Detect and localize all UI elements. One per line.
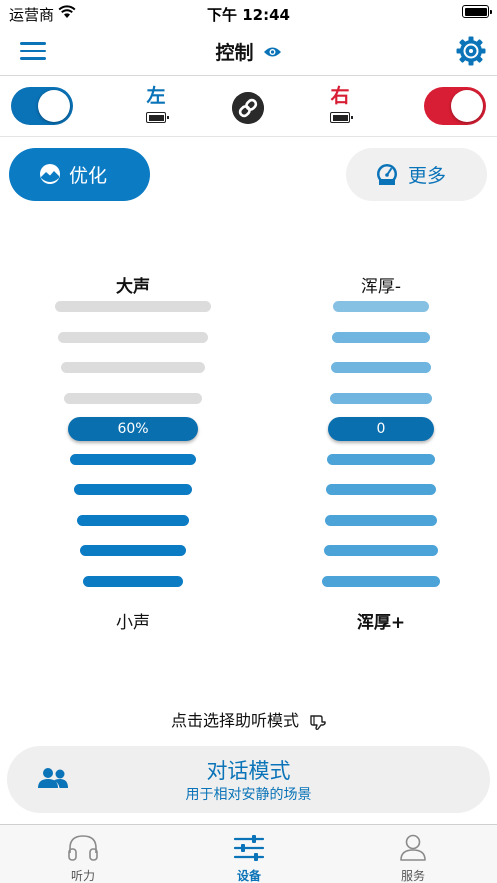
slider-step-bar[interactable] — [325, 514, 437, 526]
tab-service-label: 服务 — [400, 869, 425, 883]
slider-step-bar[interactable] — [324, 545, 438, 556]
slider-step-bar[interactable] — [332, 331, 430, 343]
device-row: 左 右 — [0, 77, 497, 137]
slider-step-bar[interactable] — [331, 362, 431, 373]
bass-bars[interactable]: 0 — [281, 301, 481, 601]
slider-step-bar[interactable] — [55, 301, 211, 312]
sliders-icon — [233, 835, 265, 861]
page-title: 控制 — [215, 42, 254, 64]
hearing-program-card[interactable]: 对话模式 用于相对安静的场景 — [7, 746, 490, 813]
bass-bottom-label: 浑厚+ — [356, 613, 406, 633]
slider-thumb[interactable]: 0 — [328, 417, 434, 441]
bass-slider: 浑厚- 0 浑厚+ — [281, 265, 481, 645]
optimize-label: 优化 — [69, 165, 108, 187]
page-title-group: 控制 — [0, 38, 497, 65]
tab-bar: 听力 设备 服务 — [0, 824, 497, 883]
right-side-label: 右 — [330, 85, 350, 107]
slider-step-bar[interactable] — [64, 392, 202, 404]
left-side-label: 左 — [146, 85, 166, 107]
eye-icon[interactable] — [263, 46, 282, 58]
slider-step-bar[interactable] — [74, 484, 192, 495]
slider-step-bar[interactable] — [77, 514, 189, 526]
status-time: 下午 12:44 — [207, 6, 290, 24]
bass-top-label: 浑厚- — [360, 277, 402, 297]
mode-hint: 点击选择助听模式 — [0, 707, 497, 731]
link-icon[interactable] — [232, 92, 264, 124]
volume-bottom-label: 小声 — [116, 613, 150, 633]
nav-bar: 控制 — [0, 26, 497, 76]
right-device-toggle[interactable] — [424, 87, 486, 125]
volume-slider: 大声 60% 小声 — [33, 265, 233, 645]
headphones-icon — [68, 835, 98, 861]
tab-devices[interactable]: 设备 — [189, 825, 309, 883]
slider-step-bar[interactable] — [322, 575, 440, 587]
program-description: 用于相对安静的场景 — [185, 787, 312, 803]
slider-step-bar[interactable] — [330, 392, 432, 404]
slider-step-bar[interactable] — [70, 453, 196, 465]
more-button[interactable]: 更多 — [346, 148, 487, 201]
slider-step-bar[interactable] — [326, 484, 436, 495]
left-battery-icon — [146, 112, 169, 123]
slider-step-bar[interactable] — [83, 575, 183, 587]
slider-step-bar[interactable] — [327, 453, 435, 465]
left-device-toggle[interactable] — [11, 87, 73, 125]
speedometer-icon — [377, 164, 397, 185]
more-label: 更多 — [408, 165, 447, 187]
volume-top-label: 大声 — [116, 277, 150, 297]
settings-gear-icon[interactable] — [456, 36, 486, 66]
tab-devices-label: 设备 — [236, 869, 261, 883]
slider-step-bar[interactable] — [80, 545, 186, 556]
mode-hint-text: 点击选择助听模式 — [170, 711, 299, 730]
right-battery-icon — [330, 112, 353, 123]
slider-thumb[interactable]: 60% — [68, 417, 198, 441]
left-side-indicator: 左 — [136, 85, 176, 127]
tab-service[interactable]: 服务 — [353, 825, 473, 883]
slider-step-bar[interactable] — [58, 331, 208, 343]
person-icon — [400, 834, 426, 861]
tab-hearing[interactable]: 听力 — [23, 825, 143, 883]
optimize-button[interactable]: 优化 — [9, 148, 150, 201]
status-bar: 运营商 下午 12:44 — [0, 0, 497, 26]
program-name: 对话模式 — [206, 759, 291, 783]
slider-step-bar[interactable] — [333, 301, 429, 312]
volume-bars[interactable]: 60% — [33, 301, 233, 601]
tab-hearing-label: 听力 — [70, 869, 95, 883]
right-side-indicator: 右 — [320, 85, 360, 127]
slider-step-bar[interactable] — [61, 362, 205, 373]
pointing-hand-icon — [310, 714, 326, 730]
landscape-icon — [40, 164, 60, 184]
battery-icon — [462, 5, 492, 18]
